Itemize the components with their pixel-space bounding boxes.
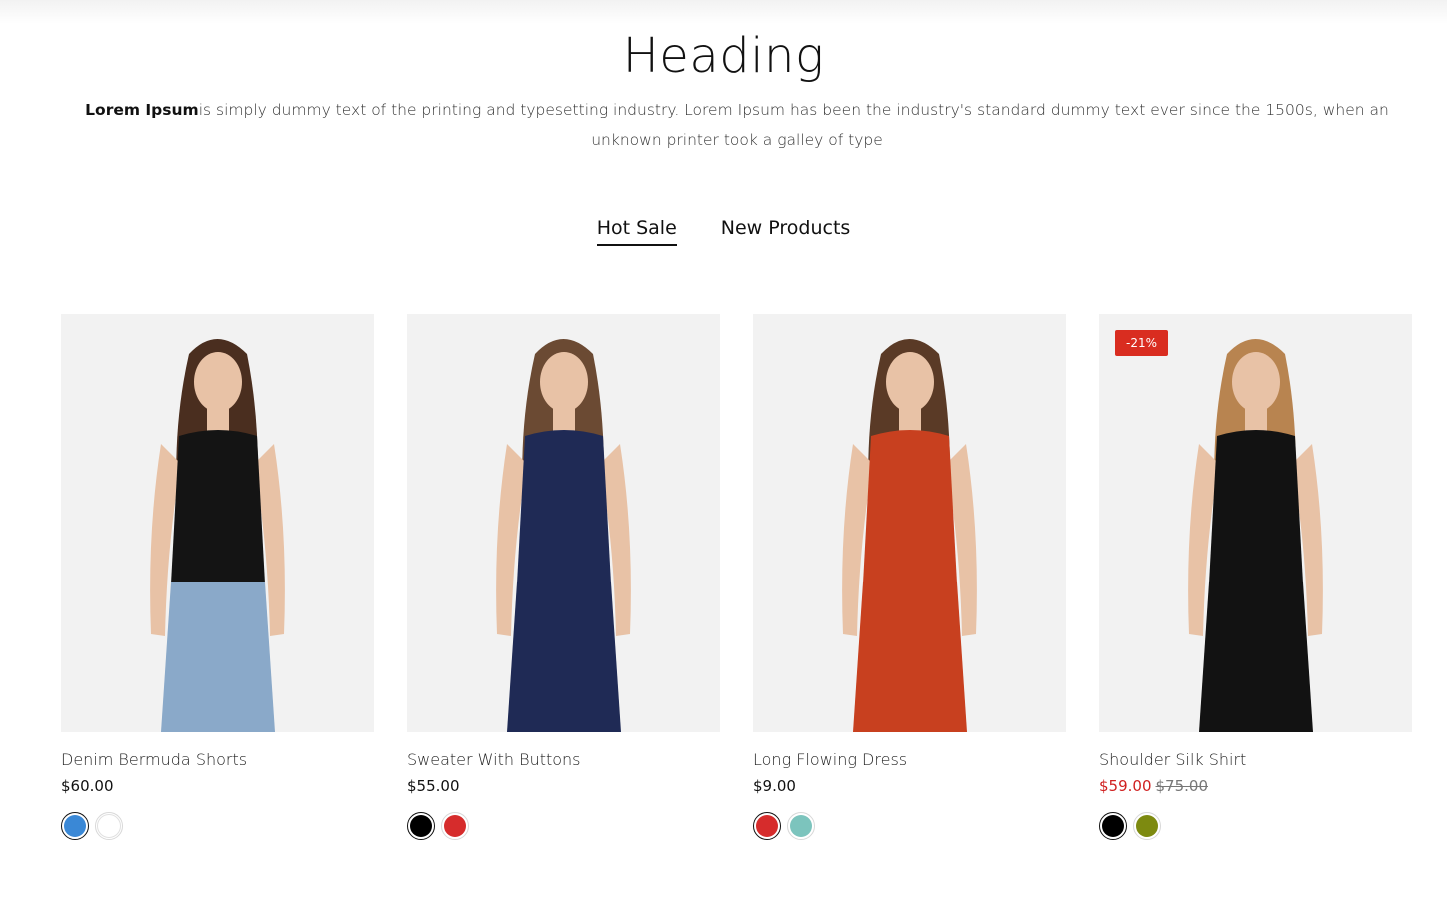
model-face — [1232, 352, 1280, 412]
price-sale: $59.00 — [1099, 777, 1152, 795]
product-section: Heading Lorem Ipsumis simply dummy text … — [0, 0, 1447, 897]
model-top — [171, 430, 265, 590]
color-swatches — [753, 812, 1066, 840]
swatch-color-dot — [790, 815, 812, 837]
product-card[interactable]: -21% Shoulder Silk Shirt $59.00 $75.00 — [1099, 314, 1412, 840]
product-name[interactable]: Sweater With Buttons — [407, 749, 720, 771]
header-shadow — [0, 0, 1447, 24]
model-face — [540, 352, 588, 412]
color-swatches — [407, 812, 720, 840]
color-swatches — [1099, 812, 1412, 840]
price-current: $60.00 — [61, 777, 114, 795]
swatch-color-dot — [64, 815, 86, 837]
product-grid: Denim Bermuda Shorts $60.00 Sweater With… — [61, 314, 1412, 840]
color-swatch[interactable] — [1099, 812, 1127, 840]
model-top — [1209, 430, 1303, 590]
swatch-color-dot — [410, 815, 432, 837]
product-price: $55.00 — [407, 776, 720, 796]
product-price: $60.00 — [61, 776, 374, 796]
product-name[interactable]: Denim Bermuda Shorts — [61, 749, 374, 771]
swatch-color-dot — [756, 815, 778, 837]
swatch-color-dot — [444, 815, 466, 837]
product-card[interactable]: Denim Bermuda Shorts $60.00 — [61, 314, 374, 840]
product-card[interactable]: Sweater With Buttons $55.00 — [407, 314, 720, 840]
product-image[interactable]: -21% — [1099, 314, 1412, 732]
model-bottom — [853, 582, 967, 732]
model-bottom — [507, 582, 621, 732]
product-image[interactable] — [407, 314, 720, 732]
price-current: $55.00 — [407, 777, 460, 795]
model-face — [194, 352, 242, 412]
product-name[interactable]: Shoulder Silk Shirt — [1099, 749, 1412, 771]
color-swatch[interactable] — [787, 812, 815, 840]
tab-hot-sale[interactable]: Hot Sale — [596, 212, 677, 246]
intro-body-text: is simply dummy text of the printing and… — [198, 101, 1389, 149]
color-swatches — [61, 812, 374, 840]
product-price: $9.00 — [753, 776, 1066, 796]
color-swatch[interactable] — [95, 812, 123, 840]
color-swatch[interactable] — [753, 812, 781, 840]
model-bottom — [161, 582, 275, 732]
color-swatch[interactable] — [407, 812, 435, 840]
product-image[interactable] — [61, 314, 374, 732]
intro-bold-text: Lorem Ipsum — [85, 101, 199, 119]
discount-badge: -21% — [1115, 330, 1169, 356]
product-price: $59.00 $75.00 — [1099, 776, 1412, 796]
price-old: $75.00 — [1155, 777, 1209, 795]
swatch-color-dot — [1102, 815, 1124, 837]
swatch-color-dot — [97, 814, 121, 838]
model-figure — [496, 339, 631, 732]
model-top — [517, 430, 611, 590]
product-card[interactable]: Long Flowing Dress $9.00 — [753, 314, 1066, 840]
color-swatch[interactable] — [1133, 812, 1161, 840]
model-figure — [150, 339, 285, 732]
model-bottom — [1199, 582, 1313, 732]
price-current: $9.00 — [753, 777, 796, 795]
tab-new-products[interactable]: New Products — [721, 212, 851, 246]
color-swatch[interactable] — [441, 812, 469, 840]
product-image[interactable] — [753, 314, 1066, 732]
swatch-color-dot — [1136, 815, 1158, 837]
product-name[interactable]: Long Flowing Dress — [753, 749, 1066, 771]
section-heading: Heading — [622, 28, 825, 84]
model-figure — [1188, 339, 1323, 732]
product-tabs: Hot Sale New Products — [0, 212, 1447, 246]
model-figure — [842, 339, 977, 732]
section-intro: Lorem Ipsumis simply dummy text of the p… — [62, 95, 1412, 155]
model-top — [863, 430, 957, 590]
model-face — [886, 352, 934, 412]
color-swatch[interactable] — [61, 812, 89, 840]
